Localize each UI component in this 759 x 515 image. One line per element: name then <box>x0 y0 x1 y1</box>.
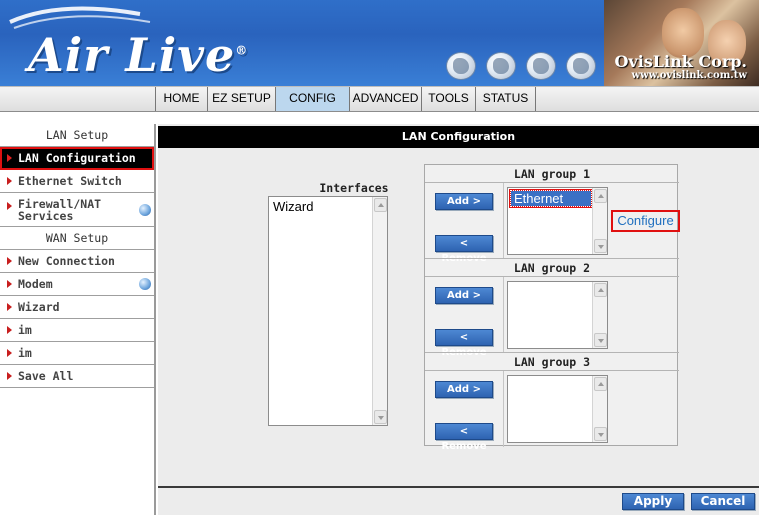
arrow-right-icon <box>7 257 12 265</box>
page-title: LAN Configuration <box>158 126 759 148</box>
arrow-right-icon <box>7 177 12 185</box>
remove-button[interactable]: < Remove <box>435 235 493 264</box>
sidebar-item-label: Ethernet Switch <box>18 174 122 188</box>
scroll-down-arrow-icon[interactable] <box>594 333 607 347</box>
sidebar-item-label: Save All <box>18 369 74 383</box>
sidebar-item-im[interactable]: im <box>0 342 154 365</box>
globe-icon <box>486 52 516 80</box>
photo-person <box>662 8 704 58</box>
globe-icon <box>566 52 596 80</box>
sidebar-item-label: im <box>18 346 32 360</box>
sidebar-section-header: LAN Setup <box>0 124 154 147</box>
remove-button[interactable]: < Remove <box>435 329 493 358</box>
apply-button[interactable]: Apply <box>622 493 684 510</box>
sidebar-item-new-connection[interactable]: New Connection <box>0 250 154 273</box>
lan-group-title: LAN group 1 <box>425 165 679 183</box>
arrow-right-icon <box>7 326 12 334</box>
sidebar-item-save-all[interactable]: Save All <box>0 365 154 388</box>
sidebar-item-label: Wizard <box>18 300 60 314</box>
sidebar-item-lan-configuration[interactable]: LAN Configuration <box>0 147 154 170</box>
sidebar-item-wizard[interactable]: Wizard <box>0 296 154 319</box>
sidebar-item-label: Services <box>18 209 74 223</box>
scroll-down-arrow-icon[interactable] <box>594 239 607 253</box>
scrollbar[interactable] <box>592 282 607 348</box>
sidebar-section-header: WAN Setup <box>0 227 154 250</box>
scrollbar[interactable] <box>372 197 387 425</box>
group-divider <box>425 352 679 353</box>
scroll-up-arrow-icon[interactable] <box>594 189 607 203</box>
tab-config[interactable]: CONFIG <box>276 87 350 111</box>
scroll-up-arrow-icon[interactable] <box>594 377 607 391</box>
sidebar-item-firewall-nat-services[interactable]: Firewall/NAT Services <box>0 193 154 227</box>
sidebar-item-modem[interactable]: Modem <box>0 273 154 296</box>
info-dot-icon <box>139 278 151 290</box>
top-nav: HOME EZ SETUP CONFIG ADVANCED TOOLS STATUS <box>0 86 759 112</box>
tab-tools[interactable]: TOOLS <box>422 87 476 111</box>
sidebar-item-label: LAN Configuration <box>18 151 136 165</box>
brand-url: www.ovislink.com.tw <box>631 70 747 81</box>
sidebar: LAN Setup LAN Configuration Ethernet Switc… <box>0 124 156 515</box>
arrow-right-icon <box>7 372 12 380</box>
interface-option[interactable]: Wizard <box>269 197 387 216</box>
arrow-right-icon <box>7 202 12 210</box>
group-divider <box>425 258 679 259</box>
lan-group-listbox[interactable]: Ethernet <box>507 187 608 255</box>
nav-spacer <box>0 87 156 111</box>
nav-tabs: HOME EZ SETUP CONFIG ADVANCED TOOLS STATUS <box>156 87 536 111</box>
main-panel: LAN Configuration Interfaces Wizard LAN … <box>158 124 759 515</box>
group-column-divider <box>503 183 504 259</box>
lan-group-listbox[interactable] <box>507 281 608 349</box>
tab-status[interactable]: STATUS <box>476 87 536 111</box>
add-button[interactable]: Add > <box>435 381 493 398</box>
arrow-right-icon <box>7 154 12 162</box>
configure-link[interactable]: Configure <box>611 210 680 232</box>
lan-groups: LAN group 1 Add > < Remove Ethernet LAN grou… <box>424 164 679 452</box>
tab-advanced[interactable]: ADVANCED <box>350 87 422 111</box>
lan-group-title: LAN group 2 <box>425 259 679 277</box>
scroll-up-arrow-icon[interactable] <box>374 198 387 212</box>
header-photo: OvisLink Corp. www.ovislink.com.tw <box>604 0 759 86</box>
scroll-down-arrow-icon[interactable] <box>594 427 607 441</box>
header-banner: Air Live® OvisLink Corp. www.ovislink.co… <box>0 0 759 86</box>
globe-icon <box>526 52 556 80</box>
info-dot-icon <box>139 203 151 216</box>
lan-group-title: LAN group 3 <box>425 353 679 371</box>
arrow-right-icon <box>7 303 12 311</box>
lan-group-listbox[interactable] <box>507 375 608 443</box>
lan-group-option[interactable]: Ethernet <box>509 189 593 208</box>
sidebar-item-label: New Connection <box>18 254 115 268</box>
brand-name: OvisLink Corp. <box>614 52 747 71</box>
sidebar-item-ethernet-switch[interactable]: Ethernet Switch <box>0 170 154 193</box>
arrow-right-icon <box>7 349 12 357</box>
add-button[interactable]: Add > <box>435 193 493 210</box>
tab-home[interactable]: HOME <box>156 87 208 111</box>
scrollbar[interactable] <box>592 188 607 254</box>
globe-icon <box>446 52 476 80</box>
sidebar-item-im[interactable]: im <box>0 319 154 342</box>
arrow-right-icon <box>7 280 12 288</box>
scrollbar[interactable] <box>592 376 607 442</box>
interfaces-listbox[interactable]: Wizard <box>268 196 388 426</box>
remove-button[interactable]: < Remove <box>435 423 493 452</box>
globe-icons <box>446 52 596 80</box>
scroll-down-arrow-icon[interactable] <box>374 410 387 424</box>
interfaces-label: Interfaces <box>319 181 389 195</box>
footer-divider <box>158 486 759 488</box>
airlive-logo: Air Live® <box>28 28 249 82</box>
sidebar-item-label: Modem <box>18 277 53 291</box>
sidebar-item-label: im <box>18 323 32 337</box>
cancel-button[interactable]: Cancel <box>691 493 755 510</box>
group-column-divider <box>503 371 504 447</box>
add-button[interactable]: Add > <box>435 287 493 304</box>
tab-ez-setup[interactable]: EZ SETUP <box>208 87 276 111</box>
scroll-up-arrow-icon[interactable] <box>594 283 607 297</box>
ovislink-brand: OvisLink Corp. www.ovislink.com.tw <box>614 52 747 81</box>
group-column-divider <box>503 277 504 353</box>
